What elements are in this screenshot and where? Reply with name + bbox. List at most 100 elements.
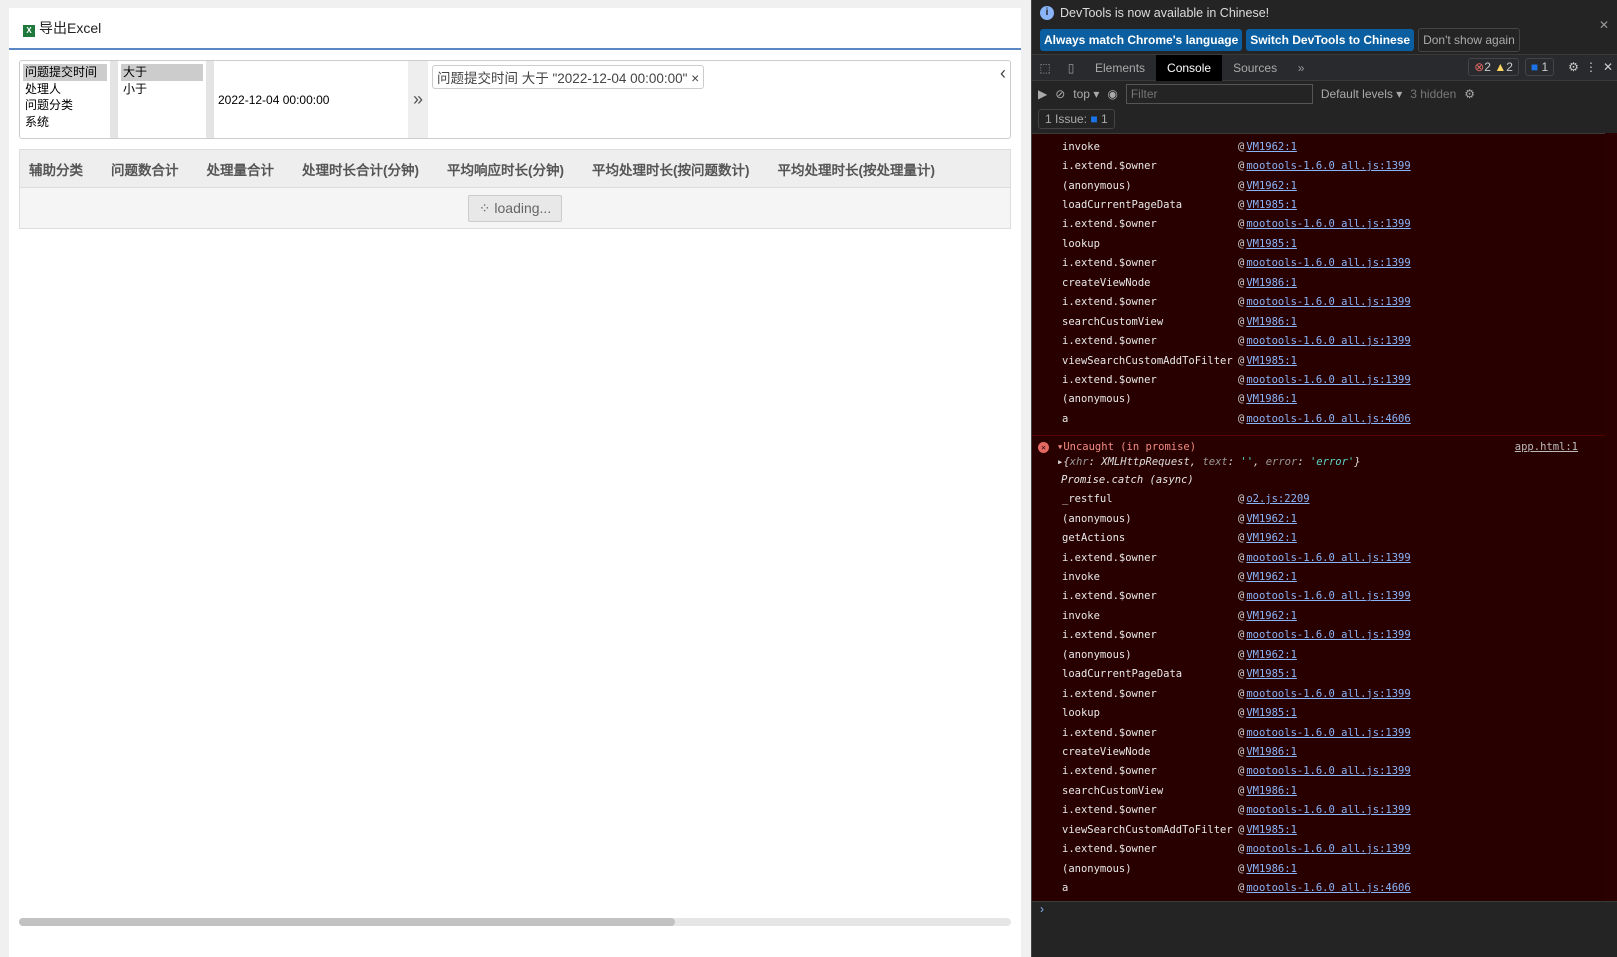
at-sign: @ [1238, 393, 1245, 406]
source-link[interactable]: mootools-1.6.0 all.js:1399 [1246, 296, 1410, 308]
operator-list[interactable]: 大于 小于 [118, 61, 214, 138]
context-select[interactable]: top ▾ [1073, 87, 1099, 101]
source-link[interactable]: VM1985:1 [1246, 355, 1297, 367]
messages-badge[interactable]: ■ 1 [1524, 58, 1555, 76]
tab-console[interactable]: Console [1156, 54, 1223, 81]
source-link[interactable]: VM1985:1 [1246, 668, 1297, 680]
source-link[interactable]: VM1962:1 [1246, 571, 1297, 583]
source-link[interactable]: VM1985:1 [1246, 238, 1297, 250]
source-link[interactable]: mootools-1.6.0 all.js:1399 [1246, 335, 1410, 347]
error-warning-badge[interactable]: ⊗2 ▲2 [1468, 58, 1519, 76]
column-header[interactable]: 处理量合计 [198, 159, 294, 179]
console-prompt[interactable]: › [1032, 901, 1617, 923]
function-name: i.extend.$owner [1062, 765, 1157, 778]
operator-option[interactable]: 小于 [121, 81, 203, 98]
switch-chinese-button[interactable]: Switch DevTools to Chinese [1246, 29, 1415, 51]
source-link[interactable]: mootools-1.6.0 all.js:1399 [1246, 374, 1410, 386]
source-link[interactable]: mootools-1.6.0 all.js:1399 [1246, 160, 1410, 172]
close-devtools-icon[interactable]: ✕ [1603, 60, 1613, 74]
operator-option[interactable]: 大于 [121, 64, 203, 81]
column-header[interactable]: 问题数合计 [102, 159, 198, 179]
at-sign: @ [1238, 629, 1245, 642]
field-option[interactable]: 问题提交时间 [23, 64, 107, 81]
close-infobar-icon[interactable]: ✕ [1599, 18, 1609, 32]
source-link[interactable]: mootools-1.6.0 all.js:4606 [1246, 413, 1410, 425]
date-value-input[interactable]: 2022-12-04 00:00:00 [214, 61, 408, 138]
stack-frame: i.extend.$owner @ mootools-1.6.0 all.js:13… [1032, 254, 1617, 273]
grid-body: ⁘ loading... [20, 188, 1010, 228]
issues-button[interactable]: 1 Issue: ■ 1 [1038, 109, 1115, 129]
stack-frame: (anonymous) @ VM1962:1 [1032, 645, 1617, 664]
log-levels-select[interactable]: Default levels ▾ [1321, 87, 1402, 101]
source-link[interactable]: mootools-1.6.0 all.js:1399 [1246, 257, 1410, 269]
source-link[interactable]: VM1986:1 [1246, 863, 1297, 875]
match-language-button[interactable]: Always match Chrome's language [1040, 29, 1243, 51]
source-link[interactable]: VM1962:1 [1246, 610, 1297, 622]
eye-icon[interactable]: ◉ [1107, 87, 1117, 101]
source-link[interactable]: VM1986:1 [1246, 277, 1297, 289]
source-link[interactable]: o2.js:2209 [1246, 493, 1309, 505]
export-excel-button[interactable]: X 导出Excel [23, 18, 101, 38]
collapse-icon[interactable]: ‹ [1000, 63, 1006, 84]
source-link[interactable]: mootools-1.6.0 all.js:1399 [1246, 727, 1410, 739]
scrollbar-thumb[interactable] [19, 918, 675, 926]
source-link[interactable]: VM1962:1 [1246, 180, 1297, 192]
source-link[interactable]: mootools-1.6.0 all.js:4606 [1246, 882, 1410, 894]
loading-indicator: ⁘ loading... [467, 194, 563, 222]
inspect-icon[interactable]: ⬚ [1032, 61, 1058, 75]
clear-console-icon[interactable]: ⊘ [1055, 87, 1065, 101]
source-link[interactable]: VM1985:1 [1246, 199, 1297, 211]
field-list[interactable]: 问题提交时间 处理人 问题分类 系统 [20, 61, 118, 138]
tab-sources[interactable]: Sources [1222, 55, 1288, 81]
source-link[interactable]: mootools-1.6.0 all.js:1399 [1246, 688, 1410, 700]
settings-icon[interactable]: ⚙ [1568, 60, 1579, 74]
sidebar-toggle-icon[interactable]: ▶ [1038, 87, 1047, 101]
column-header[interactable]: 平均处理时长(按问题数计) [583, 159, 769, 179]
remove-tag-icon[interactable]: × [691, 71, 699, 86]
device-toolbar-icon[interactable]: ▯ [1058, 61, 1084, 75]
column-header[interactable]: 平均处理时长(按处理量计) [769, 159, 955, 179]
context-label: top [1073, 87, 1090, 101]
source-link[interactable]: mootools-1.6.0 all.js:1399 [1246, 218, 1410, 230]
column-header[interactable]: 平均响应时长(分钟) [438, 159, 583, 179]
at-sign: @ [1238, 609, 1245, 622]
column-header[interactable]: 辅助分类 [20, 159, 102, 179]
source-link[interactable]: VM1962:1 [1246, 649, 1297, 661]
console-scrollbar[interactable] [1605, 133, 1617, 901]
source-link[interactable]: mootools-1.6.0 all.js:1399 [1246, 765, 1410, 777]
source-link[interactable]: mootools-1.6.0 all.js:1399 [1246, 804, 1410, 816]
source-link[interactable]: VM1962:1 [1246, 532, 1297, 544]
at-sign: @ [1238, 765, 1245, 778]
horizontal-scrollbar[interactable] [19, 918, 1011, 926]
stack-frame: viewSearchCustomAddToFilter @ VM1985:1 [1032, 820, 1617, 839]
source-link[interactable]: VM1986:1 [1246, 746, 1297, 758]
value: 'error' [1309, 456, 1355, 469]
more-options-icon[interactable]: ⋮ [1585, 60, 1597, 74]
source-link[interactable]: mootools-1.6.0 all.js:1399 [1246, 629, 1410, 641]
source-link[interactable]: VM1962:1 [1246, 513, 1297, 525]
field-option[interactable]: 系统 [23, 114, 107, 131]
at-sign: @ [1238, 648, 1245, 661]
source-link[interactable]: VM1962:1 [1246, 141, 1297, 153]
source-link[interactable]: VM1985:1 [1246, 824, 1297, 836]
source-link[interactable]: VM1986:1 [1246, 316, 1297, 328]
source-link[interactable]: VM1986:1 [1246, 393, 1297, 405]
more-tabs-icon[interactable]: » [1288, 61, 1314, 75]
tab-elements[interactable]: Elements [1084, 55, 1156, 81]
source-link[interactable]: mootools-1.6.0 all.js:1399 [1246, 843, 1410, 855]
console-settings-icon[interactable]: ⚙ [1464, 87, 1475, 101]
console-filter-input[interactable] [1125, 84, 1313, 104]
source-link[interactable]: mootools-1.6.0 all.js:1399 [1246, 590, 1410, 602]
source-link[interactable]: VM1986:1 [1246, 785, 1297, 797]
field-option[interactable]: 问题分类 [23, 97, 107, 114]
source-link[interactable]: VM1985:1 [1246, 707, 1297, 719]
stack-frame: i.extend.$owner @ mootools-1.6.0 all.js:13… [1032, 156, 1617, 175]
error-object[interactable]: ▸{xhr: XMLHttpRequest, text: '', error: … [1032, 455, 1617, 470]
column-header[interactable]: 处理时长合计(分钟) [293, 159, 438, 179]
field-option[interactable]: 处理人 [23, 81, 107, 98]
source-link[interactable]: mootools-1.6.0 all.js:1399 [1246, 552, 1410, 564]
error-source-link[interactable]: app.html:1 [1515, 441, 1578, 453]
devtools-infobar: i DevTools is now available in Chinese! [1032, 0, 1617, 26]
dont-show-button[interactable]: Don't show again [1418, 28, 1520, 52]
add-filter-button[interactable]: » [408, 61, 428, 138]
